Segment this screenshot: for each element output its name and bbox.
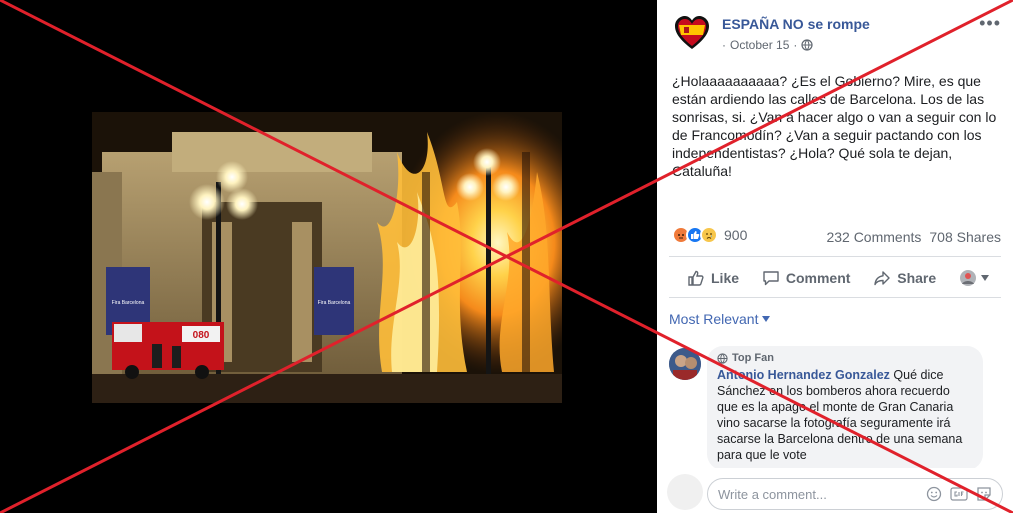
banner-text-left: Fira Barcelona [112, 300, 145, 306]
comment-sort-dropdown[interactable]: Most Relevant [669, 311, 771, 327]
reaction-count: 900 [724, 227, 748, 243]
share-button[interactable]: Share [873, 269, 936, 287]
page-name[interactable]: ESPAÑA NO se rompe [722, 16, 870, 32]
more-options-button[interactable]: ••• [979, 14, 1001, 32]
post-stats: 232 Comments 708 Shares [826, 229, 1001, 245]
fire-scene-image: Fira Barcelona Fira Barcelona [92, 112, 562, 403]
post-panel: ESPAÑA NO se rompe · October 15 · ••• ¿H… [657, 0, 1013, 513]
divider-top [669, 256, 1001, 257]
comment-input[interactable]: Write a comment... [707, 478, 1003, 510]
composer-avatar [667, 474, 703, 510]
post-photo[interactable]: Fira Barcelona Fira Barcelona [92, 112, 562, 403]
like-button[interactable]: Like [687, 269, 739, 287]
meta-separator-2: · [793, 38, 798, 52]
caret-down-icon [762, 316, 771, 322]
page-avatar[interactable] [672, 13, 712, 53]
post-header: ESPAÑA NO se rompe · October 15 · ••• [657, 0, 1013, 64]
top-fan-badge: Top Fan [717, 352, 973, 364]
media-viewer: Fira Barcelona Fira Barcelona [0, 0, 657, 513]
reactions-summary[interactable]: 900 [672, 226, 747, 244]
post-date[interactable]: October 15 [730, 38, 789, 52]
heart-flag-icon [675, 16, 709, 49]
post-meta: · October 15 · [722, 38, 813, 52]
comment-composer: Write a comment... [657, 468, 1013, 513]
like-label: Like [711, 270, 740, 286]
share-arrow-icon [874, 271, 890, 286]
sort-label: Most Relevant [669, 311, 759, 327]
globe-icon [801, 39, 813, 51]
comments-count[interactable]: 232 Comments [826, 229, 921, 245]
comment-author[interactable]: Antonio Hernandez Gonzalez [717, 368, 890, 382]
comment-bubble: Top Fan Antonio Hernandez Gonzalez Qué d… [707, 346, 983, 470]
thumbs-up-icon [688, 270, 704, 286]
comment-text: Qué dice Sánchez en los bomberos ahora r… [717, 368, 963, 462]
globe-icon [717, 352, 728, 364]
comment-label: Comment [785, 270, 851, 286]
shares-count[interactable]: 708 Shares [929, 229, 1001, 245]
commenter-avatar[interactable] [669, 348, 701, 380]
speech-bubble-icon [763, 271, 779, 286]
meta-separator: · [722, 38, 726, 52]
truck-number: 080 [193, 330, 210, 341]
comment-button[interactable]: Comment [762, 269, 851, 287]
react-as-selector[interactable] [959, 269, 989, 287]
gif-icon[interactable] [950, 487, 968, 501]
comment: Top Fan Antonio Hernandez Gonzalez Qué d… [657, 338, 1013, 470]
share-label: Share [897, 270, 937, 286]
comment-placeholder: Write a comment... [718, 486, 827, 502]
top-fan-label: Top Fan [732, 352, 774, 364]
emoji-icon[interactable] [926, 486, 942, 502]
comment-body: Antonio Hernandez Gonzalez Qué dice Sánc… [717, 367, 973, 463]
divider-bottom [669, 297, 1001, 298]
sad-reaction-icon [700, 226, 718, 244]
action-bar: Like Comment Share [669, 262, 1001, 294]
profile-avatar-icon [959, 270, 976, 286]
composer-icons [926, 486, 992, 502]
commenter-photo [669, 348, 701, 380]
caret-down-icon [980, 275, 989, 281]
post-text: ¿Holaaaaaaaaaa? ¿Es el Gobierno? Mire, e… [672, 73, 997, 179]
sticker-icon[interactable] [976, 486, 992, 502]
